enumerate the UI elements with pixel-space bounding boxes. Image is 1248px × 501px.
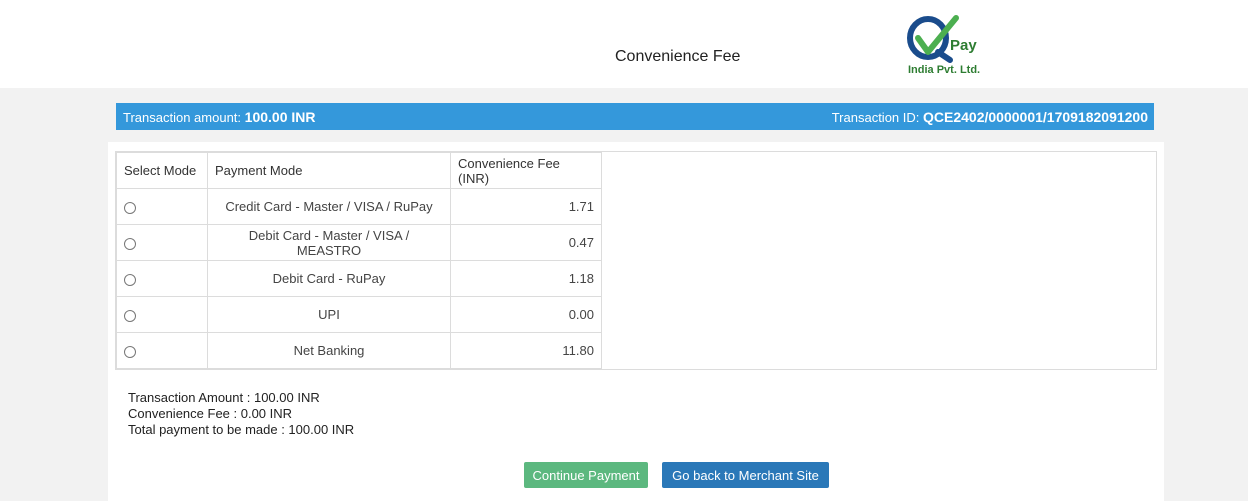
fee-cell: 0.47	[450, 224, 602, 261]
logo-subtitle: India Pvt. Ltd.	[908, 64, 981, 76]
transaction-bar: Transaction amount: 100.00 INR Transacti…	[116, 103, 1154, 130]
table-row: Debit Card - RuPay 1.18	[116, 260, 602, 297]
payment-mode-cell: Debit Card - RuPay	[207, 260, 451, 297]
header-convenience-fee: Convenience Fee (INR)	[450, 152, 602, 189]
back-to-merchant-button[interactable]: Go back to Merchant Site	[662, 462, 829, 488]
radio-debit-card[interactable]	[124, 237, 136, 250]
fee-cell: 1.71	[450, 188, 602, 225]
select-cell	[116, 260, 208, 297]
payment-summary: Transaction Amount : 100.00 INR Convenie…	[128, 390, 354, 438]
table-row: Credit Card - Master / VISA / RuPay 1.71	[116, 188, 602, 225]
select-cell	[116, 332, 208, 369]
summary-total-payment: Total payment to be made : 100.00 INR	[128, 422, 355, 437]
fee-cell: 11.80	[450, 332, 602, 369]
transaction-id-value: QCE2402/0000001/1709182091200	[923, 109, 1148, 125]
table-row: Net Banking 11.80	[116, 332, 602, 369]
transaction-id: Transaction ID: QCE2402/0000001/17091820…	[832, 109, 1148, 125]
select-cell	[116, 296, 208, 333]
table-header-row: Select Mode Payment Mode Convenience Fee…	[116, 152, 602, 189]
transaction-id-label: Transaction ID:	[831, 110, 920, 125]
continue-payment-button[interactable]: Continue Payment	[524, 462, 648, 488]
fee-cell: 1.18	[450, 260, 602, 297]
summary-transaction-amount: Transaction Amount : 100.00 INR	[128, 390, 320, 405]
table-row: Debit Card - Master / VISA / MEASTRO 0.4…	[116, 224, 602, 261]
radio-upi[interactable]	[124, 309, 136, 322]
fee-cell: 0.00	[450, 296, 602, 333]
summary-convenience-fee: Convenience Fee : 0.00 INR	[128, 406, 293, 421]
radio-credit-card[interactable]	[124, 201, 136, 214]
payment-mode-cell: Debit Card - Master / VISA / MEASTRO	[207, 224, 451, 261]
radio-debit-rupay[interactable]	[124, 273, 136, 286]
header-payment-mode: Payment Mode	[207, 152, 451, 189]
payment-mode-table: Select Mode Payment Mode Convenience Fee…	[116, 152, 602, 369]
payment-mode-cell: Credit Card - Master / VISA / RuPay	[207, 188, 451, 225]
transaction-amount-value: 100.00 INR	[244, 109, 316, 125]
table-row: UPI 0.00	[116, 296, 602, 333]
header-select-mode: Select Mode	[116, 152, 208, 189]
payment-mode-cell: Net Banking	[207, 332, 451, 369]
transaction-amount-label: Transaction amount:	[123, 110, 242, 125]
header: Convenience Fee Pay India Pvt. Ltd.	[0, 0, 1248, 88]
logo-text: Pay	[950, 37, 977, 54]
payment-mode-cell: UPI	[207, 296, 451, 333]
radio-net-banking[interactable]	[124, 345, 136, 358]
transaction-amount: Transaction amount: 100.00 INR	[123, 109, 315, 125]
select-cell	[116, 224, 208, 261]
select-cell	[116, 188, 208, 225]
page-title: Convenience Fee	[615, 48, 741, 65]
payment-mode-panel: Select Mode Payment Mode Convenience Fee…	[115, 151, 1157, 370]
